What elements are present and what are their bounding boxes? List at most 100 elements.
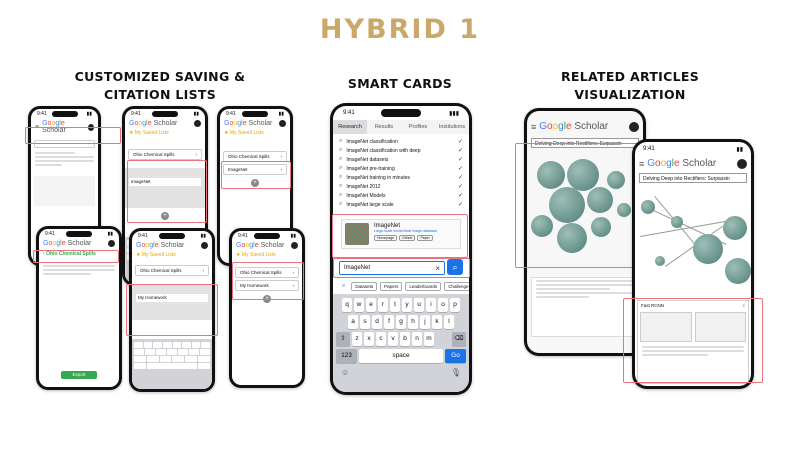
key-k[interactable]: k (432, 315, 442, 329)
highlight-box (333, 258, 470, 278)
backspace-key[interactable]: ⌫ (452, 332, 466, 346)
emoji-icon[interactable]: ☺ (341, 368, 349, 377)
suggestion-list: ⌕ ImageNet classification ✓ ⌕ ImageNet clas… (333, 134, 469, 209)
menu-icon[interactable]: ≡ (639, 159, 644, 169)
section-heading-saving: CUSTOMIZED SAVING & CITATION LISTS (74, 69, 246, 102)
star-icon: ★ (224, 130, 229, 136)
chip-papers[interactable]: Papers (380, 282, 403, 291)
chip-datasets[interactable]: Datasets (351, 282, 378, 291)
search-input[interactable]: Delving Deep into Rectifiers: Surpassin (639, 173, 747, 183)
google-scholar-logo: Google Scholar (236, 242, 285, 249)
highlight-box (126, 284, 218, 336)
list-item[interactable]: Ohio Chemical Spills › (128, 149, 202, 160)
tab-profiles[interactable]: Profiles (401, 120, 435, 134)
key-w[interactable]: w (354, 298, 364, 312)
status-time: 9:41 (37, 111, 47, 117)
status-time: 9:41 (343, 110, 355, 116)
check-icon: ✓ (457, 202, 463, 208)
search-icon: ⌕ (339, 183, 343, 189)
tab-results[interactable]: Results (367, 120, 401, 134)
saved-lists-title: My Saved Lists (134, 130, 169, 136)
key-j[interactable]: j (420, 315, 430, 329)
suggestion-item[interactable]: ⌕ ImageNet classification with deep ✓ (333, 146, 469, 155)
check-icon: ✓ (457, 193, 463, 199)
space-key[interactable]: space (359, 349, 443, 363)
google-scholar-logo: Google Scholar (43, 240, 92, 247)
key-p[interactable]: p (450, 298, 460, 312)
key-t[interactable]: t (390, 298, 400, 312)
highlight-box (515, 143, 647, 268)
key-a[interactable]: a (348, 315, 358, 329)
list-item[interactable]: Ohio Chemical Spills › (135, 265, 209, 276)
key-x[interactable]: x (364, 332, 374, 346)
suggestion-item[interactable]: ⌕ ImageNet pre-training ✓ (333, 164, 469, 173)
suggestion-item[interactable]: ⌕ ImageNet Models ✓ (333, 191, 469, 200)
avatar[interactable] (279, 120, 286, 127)
tab-institutions[interactable]: Institutions (435, 120, 469, 134)
key-r[interactable]: r (378, 298, 388, 312)
avatar[interactable] (108, 240, 115, 247)
chip-challenge[interactable]: Challenge (444, 282, 469, 291)
google-scholar-logo: Google Scholar (647, 158, 717, 169)
key-l[interactable]: l (444, 315, 454, 329)
search-icon: ⌕ (339, 174, 343, 180)
highlight-box (332, 214, 468, 258)
avatar[interactable] (737, 158, 747, 169)
chip-leaderboards[interactable]: Leaderboards (405, 282, 442, 291)
key-m[interactable]: m (424, 332, 434, 346)
check-icon: ✓ (457, 166, 463, 172)
search-icon: ⌕ (339, 165, 343, 171)
key-v[interactable]: v (388, 332, 398, 346)
highlight-box (623, 298, 763, 383)
suggestion-item[interactable]: ⌕ ImageNet 2012 ✓ (333, 182, 469, 191)
key-u[interactable]: u (414, 298, 424, 312)
key-n[interactable]: n (412, 332, 422, 346)
suggestion-item[interactable]: ⌕ ImageNet large scale ✓ (333, 200, 469, 209)
section-heading-visualization: RELATED ARTICLES VISUALIZATION (560, 69, 700, 102)
check-icon: ✓ (457, 139, 463, 145)
key-y[interactable]: y (402, 298, 412, 312)
menu-icon[interactable]: ≡ (531, 122, 536, 132)
suggestion-item[interactable]: ⌕ ImageNet datasets ✓ (333, 155, 469, 164)
avatar[interactable] (629, 121, 639, 132)
highlight-box (127, 160, 207, 223)
key-c[interactable]: c (376, 332, 386, 346)
avatar[interactable] (291, 242, 298, 249)
key-s[interactable]: s (360, 315, 370, 329)
key-i[interactable]: i (426, 298, 436, 312)
keyboard: qwertyuiop asdfghjkl ⇧ z x c v b n m ⌫ 123 space… (333, 294, 469, 392)
key-e[interactable]: e (366, 298, 376, 312)
key-o[interactable]: o (438, 298, 448, 312)
highlight-box (232, 262, 304, 300)
search-icon: ⌕ (339, 138, 343, 144)
highlight-box (25, 127, 121, 144)
key-f[interactable]: f (384, 315, 394, 329)
suggestion-item[interactable]: ⌕ ImageNet training in minutes ✓ (333, 173, 469, 182)
search-tabs: Research Results Profiles Institutions (333, 120, 469, 134)
suggestion-item[interactable]: ⌕ ImageNet classification ✓ (333, 137, 469, 146)
shift-key[interactable]: ⇧ (336, 332, 350, 346)
status-time: 9:41 (643, 146, 655, 152)
page-title: HYBRID 1 (319, 14, 481, 45)
key-q[interactable]: q (342, 298, 352, 312)
key-z[interactable]: z (352, 332, 362, 346)
go-key[interactable]: Go (445, 349, 466, 363)
key-h[interactable]: h (408, 315, 418, 329)
key-g[interactable]: g (396, 315, 406, 329)
key-b[interactable]: b (400, 332, 410, 346)
avatar[interactable] (194, 120, 201, 127)
google-scholar-logo: Google Scholar (539, 121, 609, 132)
tab-research[interactable]: Research (333, 120, 367, 134)
key-d[interactable]: d (372, 315, 382, 329)
star-icon: ★ (136, 252, 141, 258)
network-graph[interactable] (635, 186, 751, 296)
google-scholar-logo: Google Scholar (224, 120, 273, 127)
filter-chips: ⌕ Datasets Papers Leaderboards Challenge (339, 282, 469, 291)
avatar[interactable] (201, 242, 208, 249)
microphone-icon[interactable]: 🎙 (451, 368, 461, 377)
keyboard (132, 339, 212, 389)
export-button[interactable]: Export (61, 371, 97, 379)
check-icon: ✓ (457, 148, 463, 154)
check-icon: ✓ (457, 184, 463, 190)
numbers-key[interactable]: 123 (336, 349, 357, 363)
